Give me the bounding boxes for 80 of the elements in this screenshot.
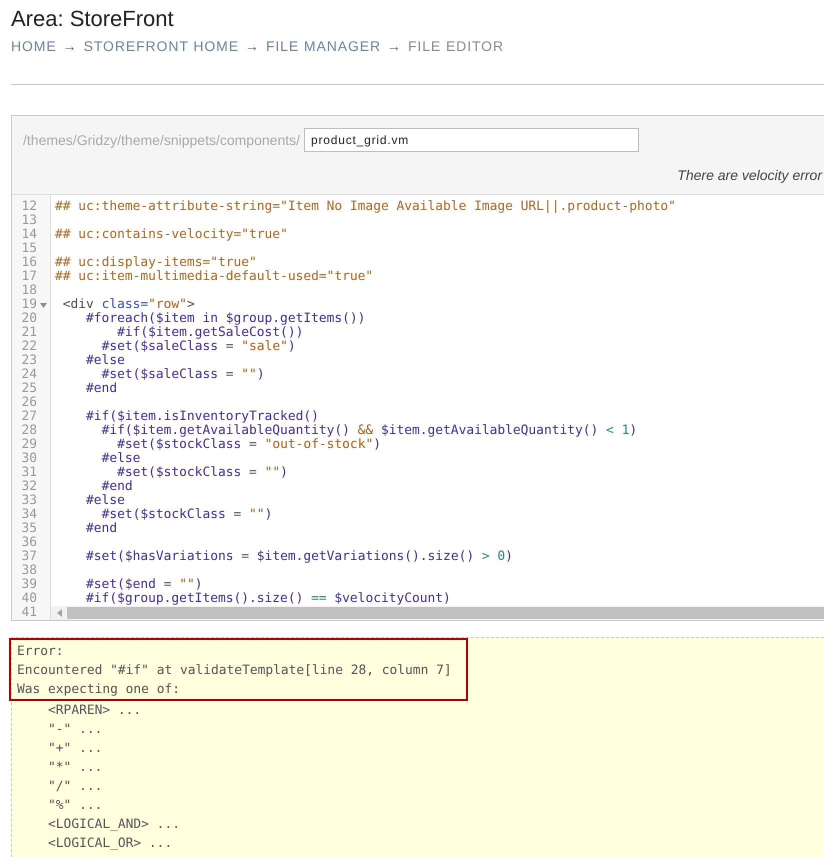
line-number: 14 (20, 228, 37, 242)
code-line: #end (86, 381, 118, 396)
line-number: 37 (20, 550, 37, 564)
code-line: #set($end = "") (86, 577, 202, 592)
line-number: 12 (20, 200, 37, 214)
line-number: 13 (20, 214, 37, 228)
code-line: #else (86, 353, 125, 368)
code-line: ## uc:display-items="true" (55, 255, 257, 270)
code-line: #else (102, 451, 140, 466)
line-number: 38 (20, 564, 37, 578)
error-line: <RPAREN> ... (48, 703, 142, 718)
caret-icon[interactable] (40, 302, 47, 308)
line-number: 36 (20, 536, 37, 550)
error-line: "%" ... (48, 798, 102, 813)
line-number: 25 (20, 382, 37, 396)
line-number: 24 (20, 368, 37, 382)
line-number: 17 (20, 270, 37, 284)
error-line: Encountered "#if" at validateTemplate[line 28, column 7] (17, 663, 452, 678)
error-line: "/" ... (48, 779, 102, 794)
error-line: "-" ... (48, 722, 102, 737)
error-line: <LOGICAL_AND> ... (48, 817, 180, 832)
code-line: #foreach($item in $group.getItems()) (86, 311, 366, 326)
line-number: 34 (20, 508, 37, 522)
line-number: 40 (20, 592, 37, 606)
left-arrow-icon[interactable] (57, 609, 62, 617)
line-number: 32 (20, 480, 37, 494)
code-line: #if($item.isInventoryTracked() (86, 409, 319, 424)
code-line: #set($stockClass = "") (117, 465, 288, 480)
code-line: #if($item.getSaleCost()) (117, 325, 304, 340)
line-number: 21 (20, 326, 37, 340)
code-line: #if($group.getItems().size() == $velocityCount) (86, 591, 451, 606)
breadcrumb-separator: → (62, 37, 77, 56)
breadcrumb-link[interactable]: FILE MANAGER (266, 36, 381, 56)
line-number: 18 (20, 284, 37, 298)
line-number: 28 (20, 424, 37, 438)
velocity-error-message: There are velocity error (677, 167, 822, 183)
line-number: 31 (20, 466, 37, 480)
line-number: 20 (20, 312, 37, 326)
error-line: <LOGICAL_OR> ... (48, 836, 172, 851)
line-number: 22 (20, 340, 37, 354)
horizontal-scrollbar[interactable] (51, 606, 824, 620)
breadcrumb-separator: → (386, 37, 401, 56)
line-number: 27 (20, 410, 37, 424)
code-line: #set($stockClass = "") (102, 507, 272, 522)
line-number: 35 (20, 522, 37, 536)
code-line: <div class="row"> (62, 297, 195, 312)
line-number: 41 (20, 606, 37, 620)
breadcrumb-separator: → (244, 37, 259, 56)
line-number: 30 (20, 452, 37, 466)
code-line: #end (102, 479, 133, 494)
line-number: 16 (20, 256, 37, 270)
line-number: 39 (20, 578, 37, 592)
code-line: #else (86, 493, 125, 508)
line-number: 15 (20, 242, 37, 256)
filename-field[interactable]: product_grid.vm (304, 128, 640, 152)
error-line: "*" ... (48, 760, 102, 775)
line-number: 33 (20, 494, 37, 508)
scrollbar-thumb[interactable] (67, 607, 824, 619)
error-line: "+" ... (48, 741, 102, 756)
breadcrumb-current: FILE EDITOR (408, 37, 504, 56)
breadcrumb-link[interactable]: HOME (11, 36, 57, 56)
code-line: #if($item.getAvailableQuantity() && $item.getAvailableQuantity() < 1) (102, 423, 638, 438)
code-line: ## uc:contains-velocity="true" (55, 227, 288, 242)
line-number: 23 (20, 354, 37, 368)
code-line: #end (86, 521, 118, 536)
code-line: #set($saleClass = "sale") (102, 339, 296, 354)
line-number: 26 (20, 396, 37, 410)
code-line: ## uc:theme-attribute-string="Item No Image Available Image URL||.product-photo" (55, 199, 676, 214)
code-editor[interactable] (12, 194, 824, 620)
error-line: Was expecting one of: (17, 682, 180, 697)
code-line: #set($saleClass = "") (102, 367, 265, 382)
code-line: ## uc:item-multimedia-default-used="true" (55, 269, 374, 284)
line-number: 19 (20, 298, 37, 312)
code-line: #set($hasVariations = $item.getVariations().size() > 0) (86, 549, 513, 564)
code-line: #set($stockClass = "out-of-stock") (117, 437, 381, 452)
file-path: /themes/Gridzy/theme/snippets/components/ (23, 131, 300, 149)
page-title: Area: StoreFront (11, 6, 174, 32)
breadcrumb-link[interactable]: STOREFRONT HOME (84, 36, 239, 56)
line-number: 29 (20, 438, 37, 452)
error-line: Error: (17, 644, 64, 659)
